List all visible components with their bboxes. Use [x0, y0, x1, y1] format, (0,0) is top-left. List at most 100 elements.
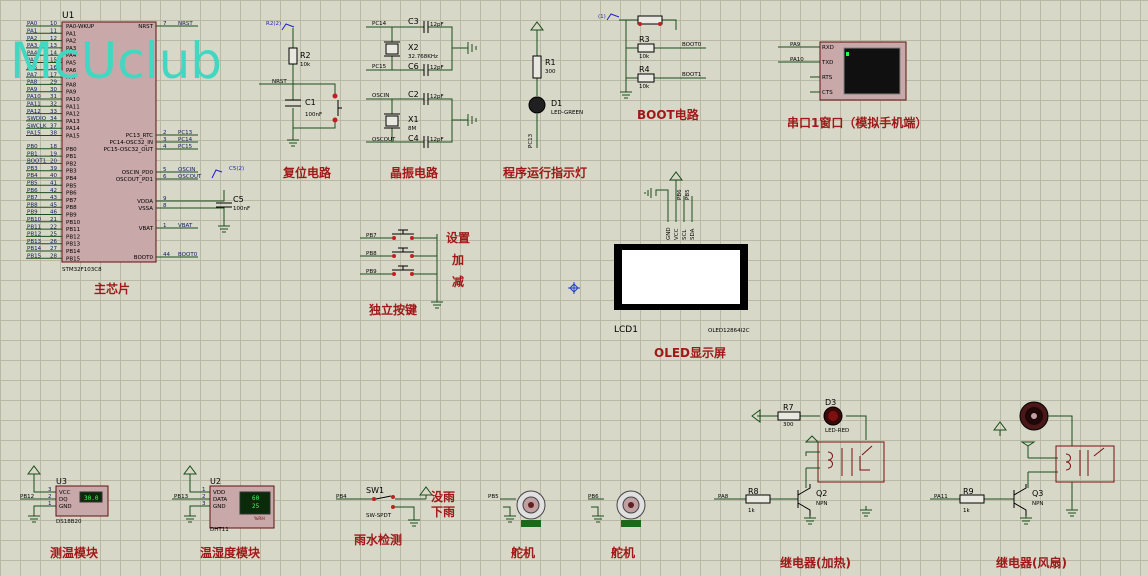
r4-resistor: [637, 73, 655, 83]
oled-pin-sda: SDA: [690, 228, 696, 240]
c1-ref: C1: [305, 98, 316, 107]
mcu-part: STM32F103C8: [62, 267, 102, 273]
c5-probe: C5(2): [229, 166, 244, 172]
boot-probe: (1): [598, 14, 606, 20]
mcu-pin-number: 25: [50, 232, 57, 238]
reset-net: NRST: [272, 79, 287, 85]
mcu-net-label: PB3: [27, 166, 38, 172]
u3-display: 30.0: [84, 495, 99, 502]
u2-display-2: 25: [252, 503, 260, 510]
oled-part: OLED12864I2C: [708, 328, 750, 334]
mcu-pin-name: PA12: [66, 112, 80, 118]
mcu-net-label: PB6: [27, 188, 38, 194]
mcu-pin-name: PA11: [66, 104, 80, 110]
r8-resistor: [745, 494, 771, 504]
caption-relay-heat: 继电器(加热): [780, 555, 851, 570]
schematic-canvas[interactable]: U1 STM32F103C8 PA0 10 PA0-WKUP PA1 11 PA1 PA2 1…: [0, 0, 1148, 576]
caption-mcu: 主芯片: [94, 281, 130, 296]
mcu-net-label: PA12: [27, 109, 41, 115]
u3-ref: U3: [56, 477, 67, 486]
crystal-net-pc14: PC14: [372, 21, 387, 27]
r4-value: 10k: [639, 84, 650, 90]
mcu-pin-number: 37: [50, 123, 57, 129]
q2-value: NPN: [816, 501, 828, 507]
d1-ref: D1: [551, 99, 562, 108]
key-button[interactable]: [392, 264, 414, 276]
caption-servo2: 舵机: [611, 545, 635, 560]
caption-crystal: 晶振电路: [390, 165, 439, 180]
keys-circuit[interactable]: PB7 PB8 PB9 设置 加 减 独立按键: [360, 228, 470, 317]
d3-ref: D3: [825, 398, 836, 407]
reset-circuit[interactable]: R2(2) R2 10k NRST C1 100nF 复位电路: [259, 21, 342, 180]
relay1-body: [817, 441, 885, 483]
boot-circuit[interactable]: (1) R3 10k R4 10k BOOT0 BOOT1 BOOT电路: [598, 13, 706, 122]
mcu-net-label: PB15: [27, 254, 42, 260]
mcu-pin-name: PB10: [66, 220, 81, 226]
mcu-right-net: OSCIN: [178, 167, 195, 173]
mcu-pin-name: PB5: [66, 183, 77, 189]
mcu-pin-name: PB6: [66, 191, 77, 197]
relay-fan-circuit[interactable]: R9 1k PA11 Q3 NPN 继电器(风扇): [930, 401, 1115, 570]
r9-resistor: [959, 494, 985, 504]
mcu-pin-name: PA15: [66, 134, 80, 140]
uart-terminal[interactable]: RXD TXD RTS CTS PA9 PA10 串口1窗口（模拟手机端）: [778, 41, 927, 130]
sw1-part: SW-SPDT: [366, 513, 392, 519]
q3-ref: Q3: [1032, 489, 1043, 498]
mcu-pin-number: 46: [50, 210, 57, 216]
u3-pin-number: 2: [48, 494, 52, 500]
mcu-pin-name: PB12: [66, 234, 80, 240]
dht11-module[interactable]: 60 25 %RH VDD 1 DATA 2 GND 3 PB13 U2 DHT11 温湿…: [172, 465, 275, 560]
u3-part: DS18B20: [56, 519, 82, 525]
d1-led: [528, 96, 546, 114]
u2-rh: %RH: [254, 516, 265, 522]
mcu-pin-number: 20: [50, 159, 57, 165]
mcu-ref: U1: [62, 11, 74, 21]
c5-value: 100nF: [233, 206, 250, 212]
terminal-pin-rxd: RXD: [822, 45, 834, 51]
mcu-pin-number: 22: [50, 224, 57, 230]
mcu-right-pin-name: PC13_RTC: [126, 133, 153, 139]
mcu-pin-number: 43: [50, 195, 57, 201]
relay-heat-circuit[interactable]: R7 300 D3 LED-RED R8 1k PA8 Q2 NPN 继电器(加…: [714, 398, 885, 570]
mcu-net-label: SWDIO: [27, 116, 47, 122]
mcu-pin-name: PB14: [66, 249, 81, 255]
oled-pins: GND VCC SCL SDA: [666, 227, 696, 240]
ds18b20-module[interactable]: 30.0 VCC 3 DQ 2 GND 1 PB12 U3 DS18B20 测温模块: [20, 465, 109, 560]
mcu-right-net: PC13: [178, 130, 193, 136]
oled-screen: [622, 250, 740, 304]
r2-ref: R2: [300, 51, 311, 60]
q2-ref: Q2: [816, 489, 827, 498]
terminal-pin-rts: RTS: [822, 75, 833, 81]
key-button[interactable]: [392, 228, 414, 240]
mcu-pin-number: 27: [50, 246, 57, 252]
caption-key-set: 设置: [446, 230, 470, 245]
u2-net: PB13: [174, 494, 189, 500]
mcu-right-net: NRST: [178, 21, 193, 27]
rain-switch-sw1[interactable]: PB4 SW1 SW-SPDT 没雨 下雨 雨水检测: [336, 486, 455, 547]
mcu-pin-name: PB8: [66, 205, 77, 211]
mcu-right-pin-number: 2: [163, 130, 167, 136]
sw1-ref: SW1: [366, 486, 384, 495]
mcu-pin-number: 42: [50, 188, 57, 194]
key-net-label: PB8: [366, 251, 377, 257]
r9-ref: R9: [963, 487, 974, 496]
mcu-net-label: PB7: [27, 195, 38, 201]
mcu-net-label: PB10: [27, 217, 42, 223]
x2-ref: X2: [408, 43, 419, 52]
r7-value: 300: [783, 422, 794, 428]
c2-ref: C2: [408, 90, 419, 99]
led-indicator-circuit[interactable]: R1 300 D1 LED-GREEN PC13 程序运行指示灯: [503, 21, 587, 180]
u2-pin-name: DATA: [213, 497, 227, 503]
crystal-circuit[interactable]: PC14 PC15 OSCIN OSCOUT C3 12pF X2 32.768…: [366, 17, 477, 180]
servo-2[interactable]: PB6 舵机: [588, 490, 646, 560]
caption-key-sub: 减: [452, 274, 464, 289]
r1-value: 300: [545, 69, 556, 75]
x1-crystal: [385, 115, 399, 127]
servo-1[interactable]: PB5 舵机: [488, 490, 546, 560]
key-button[interactable]: [392, 246, 414, 258]
mcu-right-pin-number: 3: [163, 137, 167, 143]
mcu-net-label: PA10: [27, 94, 41, 100]
u2-pin-number: 1: [202, 487, 206, 493]
oled-display[interactable]: GND VCC SCL SDA PB6 PB5 LCD1 OLED12864I2C O…: [614, 171, 750, 360]
mcu-right-pin-name: PC15-OSC32_OUT: [104, 147, 154, 153]
